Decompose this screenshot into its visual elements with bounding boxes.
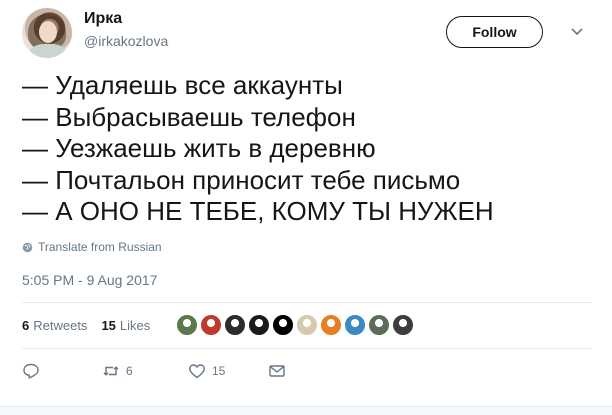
retweet-action[interactable]: 6	[102, 362, 188, 380]
follow-button[interactable]: Follow	[446, 16, 543, 48]
liker-avatar[interactable]	[224, 314, 247, 336]
liker-avatar[interactable]	[176, 314, 199, 336]
liker-avatar[interactable]	[392, 314, 415, 336]
reply-action[interactable]	[22, 362, 102, 380]
author-handle[interactable]: @irkakozlova	[84, 33, 168, 49]
retweet-count: 6	[126, 364, 133, 378]
tweet-line: — Выбрасываешь телефон	[22, 101, 356, 132]
heart-icon	[189, 364, 205, 379]
reply-icon	[23, 363, 39, 379]
likes-stat[interactable]: 15 Likes	[101, 318, 150, 333]
divider	[22, 302, 592, 303]
liker-avatar[interactable]	[320, 314, 343, 336]
author-name[interactable]: Ирка	[84, 10, 122, 28]
globe-icon	[22, 242, 33, 252]
tweet-header: Ирка @irkakozlova Follow	[22, 8, 592, 58]
liker-avatar[interactable]	[248, 314, 271, 336]
chevron-down-icon[interactable]	[570, 24, 584, 38]
tweet-stats: 6 Retweets 15 Likes	[22, 312, 416, 338]
message-action[interactable]	[268, 362, 286, 380]
tweet-line: — Почтальон приносит тебе письмо	[22, 164, 461, 195]
retweets-count: 6	[22, 317, 30, 333]
liker-avatar[interactable]	[296, 314, 319, 336]
retweets-label: Retweets	[33, 317, 88, 333]
likes-count: 15	[101, 317, 116, 333]
tweet-line: — Удаляешь все аккаунты	[22, 70, 343, 100]
liker-avatar[interactable]	[272, 314, 295, 336]
tweet-line: — Уезжаешь жить в деревню	[22, 133, 376, 163]
avatar[interactable]	[22, 8, 72, 58]
liker-avatar[interactable]	[200, 314, 223, 336]
tweet-text: — Удаляешь все аккаунты — Выбрасываешь т…	[22, 70, 592, 228]
envelope-icon	[269, 365, 285, 377]
tweet-line: — А ОНО НЕ ТЕБЕ, КОМУ ТЫ НУЖЕН	[22, 196, 494, 226]
divider	[22, 348, 592, 349]
like-action[interactable]: 15	[188, 362, 268, 380]
avatar-shirt	[30, 44, 66, 58]
translate-label[interactable]: Translate from Russian	[38, 240, 162, 254]
likers-avatars	[176, 314, 416, 336]
translate-link[interactable]: Translate from Russian	[22, 240, 162, 254]
retweets-stat[interactable]: 6 Retweets	[22, 318, 87, 333]
like-count: 15	[212, 364, 226, 378]
tweet-timestamp[interactable]: 5:05 PM - 9 Aug 2017	[22, 272, 157, 288]
tweet-actions: 6 15	[22, 360, 286, 382]
liker-avatar[interactable]	[368, 314, 391, 336]
liker-avatar[interactable]	[344, 314, 367, 336]
likes-label: Likes	[119, 317, 151, 333]
avatar-face	[39, 21, 57, 43]
retweet-icon	[103, 366, 119, 376]
